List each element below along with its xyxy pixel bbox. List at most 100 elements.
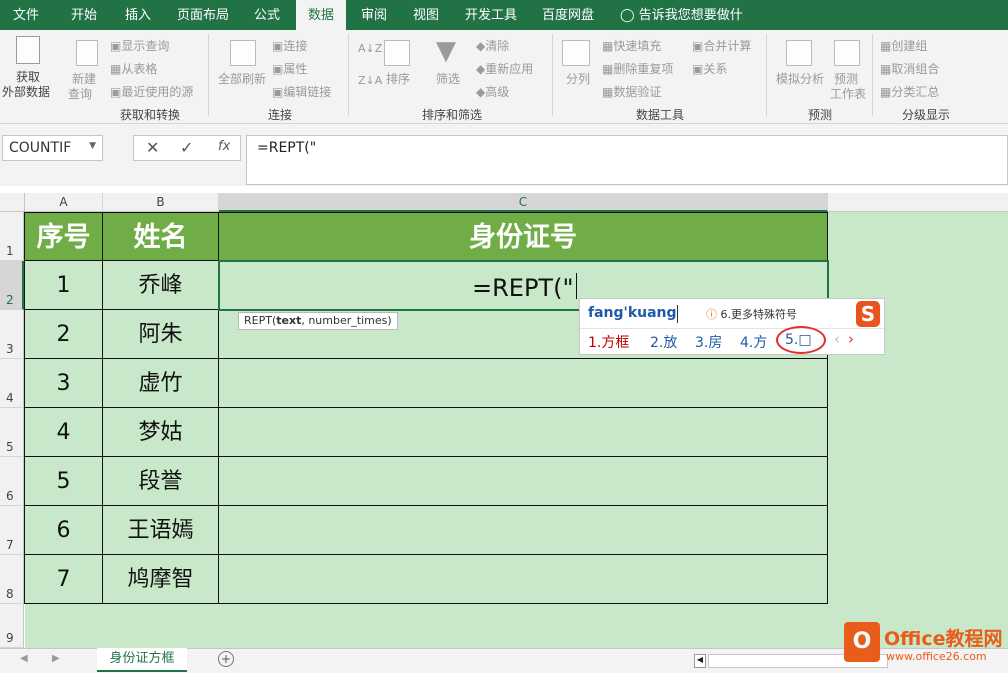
remove-duplicates-button[interactable]: ▦删除重复项: [602, 60, 673, 77]
formula-input[interactable]: =REPT(": [246, 135, 1008, 185]
get-data-label-2[interactable]: 外部数据: [2, 83, 50, 100]
tab-review[interactable]: 审阅: [350, 0, 398, 30]
ime-candidate-4[interactable]: 4.方: [740, 332, 767, 352]
scroll-right-icon[interactable]: ▶: [52, 653, 60, 664]
hscroll-left-icon[interactable]: ◀: [694, 654, 706, 668]
cell-name[interactable]: 王语嫣: [103, 506, 219, 555]
edit-links-button[interactable]: ▣编辑链接: [272, 83, 331, 100]
relationships-button[interactable]: ▣关系: [692, 60, 727, 77]
data-validation-label: 数据验证: [613, 85, 662, 99]
cell-index[interactable]: 5: [24, 457, 103, 506]
new-query-label-2[interactable]: 查询: [68, 85, 92, 102]
cell-id[interactable]: [219, 457, 828, 506]
from-table-button[interactable]: ▦从表格: [110, 60, 157, 77]
forecast-label-2[interactable]: 工作表: [830, 85, 866, 102]
tooltip-arg[interactable]: text: [276, 314, 301, 327]
connections-button[interactable]: ▣连接: [272, 37, 307, 54]
split-button[interactable]: 分列: [566, 70, 590, 87]
row-header-7[interactable]: 7: [0, 506, 24, 555]
row-header-4[interactable]: 4: [0, 359, 24, 408]
group-button[interactable]: ▦创建组: [880, 37, 927, 54]
row-header-8[interactable]: 8: [0, 555, 24, 604]
cell-id[interactable]: [219, 408, 828, 457]
header-cell-name[interactable]: 姓名: [103, 212, 219, 261]
tab-view[interactable]: 视图: [402, 0, 450, 30]
info-icon: ⓘ: [706, 308, 717, 321]
cell-name[interactable]: 鸠摩智: [103, 555, 219, 604]
cell-index[interactable]: 4: [24, 408, 103, 457]
show-query-button[interactable]: ▣显示查询: [110, 37, 169, 54]
chevron-right-icon[interactable]: ›: [848, 330, 854, 348]
column-header-empty: [828, 193, 1008, 212]
row-header-6[interactable]: 6: [0, 457, 24, 506]
tab-home[interactable]: 开始: [58, 0, 110, 30]
ime-candidate-1[interactable]: 1.方框: [588, 332, 629, 352]
cell-id[interactable]: [219, 359, 828, 408]
flash-fill-button[interactable]: ▦快速填充: [602, 37, 661, 54]
ime-candidate-2[interactable]: 2.放: [650, 332, 677, 352]
function-tooltip: REPT(text, number_times): [238, 312, 398, 330]
cell-name[interactable]: 虚竹: [103, 359, 219, 408]
sort-button[interactable]: 排序: [386, 70, 410, 87]
cell-name[interactable]: 乔峰: [103, 261, 219, 310]
column-header-b[interactable]: B: [103, 193, 219, 212]
ungroup-button[interactable]: ▦取消组合: [880, 60, 939, 77]
cell-name[interactable]: 梦姑: [103, 408, 219, 457]
chevron-left-icon[interactable]: ‹: [834, 330, 840, 348]
sort-za-icon[interactable]: Z↓A: [358, 74, 382, 87]
cell-name[interactable]: 阿朱: [103, 310, 219, 359]
cell-index[interactable]: 3: [24, 359, 103, 408]
what-if-button[interactable]: 模拟分析: [776, 70, 824, 87]
recent-sources-button[interactable]: ▣最近使用的源: [110, 83, 193, 100]
tab-baidu[interactable]: 百度网盘: [533, 0, 603, 30]
row-header-2[interactable]: 2: [0, 261, 24, 310]
ime-candidate-3[interactable]: 3.房: [695, 332, 722, 352]
cell-index[interactable]: 1: [24, 261, 103, 310]
row-header-1[interactable]: 1: [0, 212, 24, 261]
row-header-3[interactable]: 3: [0, 310, 24, 359]
divider: [552, 34, 553, 116]
refresh-all-button[interactable]: 全部刷新: [218, 70, 266, 87]
reapply-button[interactable]: ◆重新应用: [476, 60, 533, 77]
filter-button[interactable]: 筛选: [436, 70, 460, 87]
tab-data[interactable]: 数据: [296, 0, 346, 30]
cell-id[interactable]: [219, 555, 828, 604]
check-icon[interactable]: ✓: [180, 138, 193, 157]
advanced-button[interactable]: ◆高级: [476, 83, 509, 100]
properties-button[interactable]: ▣属性: [272, 60, 307, 77]
cell-index[interactable]: 7: [24, 555, 103, 604]
sort-az-icon[interactable]: A↓Z: [358, 42, 382, 55]
select-all-corner[interactable]: [0, 193, 25, 212]
data-validation-button[interactable]: ▦数据验证: [602, 83, 661, 100]
tab-developer[interactable]: 开发工具: [458, 0, 524, 30]
header-cell-id[interactable]: 身份证号: [219, 212, 828, 261]
tab-insert[interactable]: 插入: [113, 0, 163, 30]
divider: [348, 34, 349, 116]
name-box[interactable]: COUNTIF ▼: [2, 135, 103, 161]
ime-more-label: 6.更多特殊符号: [720, 308, 798, 321]
clear-button[interactable]: ◆清除: [476, 37, 509, 54]
tab-formulas[interactable]: 公式: [243, 0, 291, 30]
cell-index[interactable]: 6: [24, 506, 103, 555]
tell-me-box[interactable]: ◯ 告诉我您想要做什么...: [620, 0, 766, 55]
add-sheet-icon[interactable]: +: [218, 651, 234, 667]
row-header-5[interactable]: 5: [0, 408, 24, 457]
cell-id[interactable]: [219, 506, 828, 555]
subtotal-button[interactable]: ▦分类汇总: [880, 83, 939, 100]
ime-more-symbols[interactable]: ⓘ 6.更多特殊符号: [706, 306, 797, 322]
cell-index[interactable]: 2: [24, 310, 103, 359]
tab-page-layout[interactable]: 页面布局: [170, 0, 236, 30]
chevron-down-icon[interactable]: ▼: [89, 141, 96, 151]
cancel-icon[interactable]: ✕: [146, 138, 159, 157]
header-cell-index[interactable]: 序号: [24, 212, 103, 261]
row-header-9[interactable]: 9: [0, 604, 24, 648]
cell-name[interactable]: 段誉: [103, 457, 219, 506]
column-header-a[interactable]: A: [25, 193, 103, 212]
fx-icon[interactable]: fx: [218, 139, 230, 154]
consolidate-button[interactable]: ▣合并计算: [692, 37, 751, 54]
name-box-value: COUNTIF: [9, 140, 72, 156]
column-header-c[interactable]: C: [219, 193, 828, 212]
sheet-tab-active[interactable]: 身份证方框: [97, 648, 187, 672]
tab-file[interactable]: 文件: [0, 0, 52, 30]
scroll-left-icon[interactable]: ◀: [20, 653, 28, 664]
